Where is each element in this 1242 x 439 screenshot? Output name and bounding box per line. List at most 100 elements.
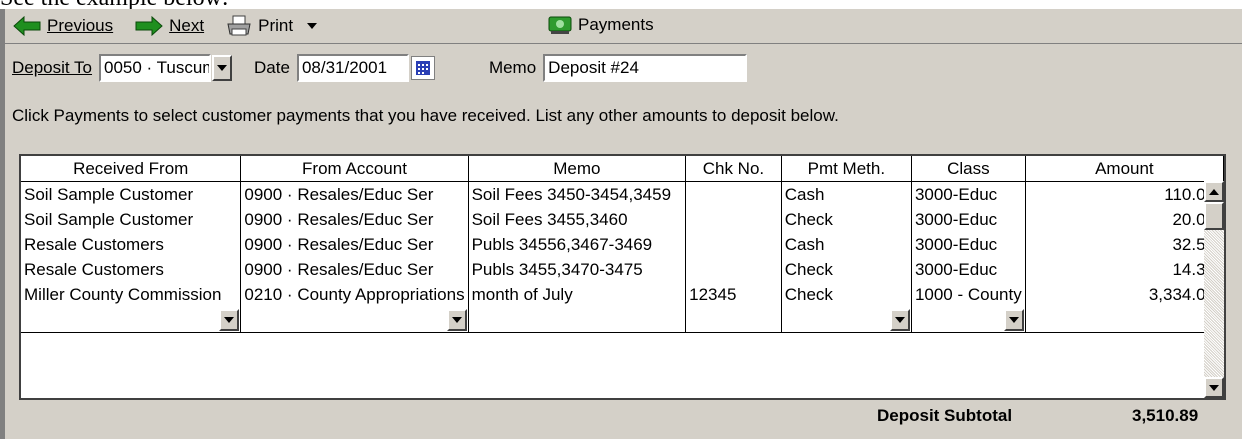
deposit-subtotal-label: Deposit Subtotal bbox=[877, 406, 1013, 425]
col-chk-no[interactable]: Chk No. bbox=[685, 156, 782, 182]
chevron-down-icon bbox=[224, 316, 235, 323]
cell-chk-no[interactable]: 12345 bbox=[685, 282, 782, 307]
table-row[interactable]: Resale Customers 0900 · Resales/Educ Ser… bbox=[21, 257, 1225, 282]
previous-button[interactable]: Previous bbox=[13, 16, 113, 36]
arrow-right-icon bbox=[135, 16, 163, 36]
print-button[interactable]: Print bbox=[226, 15, 318, 37]
cell-amount[interactable]: 14.33 bbox=[1025, 257, 1225, 282]
printer-icon bbox=[227, 15, 251, 36]
col-from-account[interactable]: From Account bbox=[240, 156, 469, 182]
deposit-to-field[interactable]: 0050 · Tuscum bbox=[99, 54, 212, 82]
scroll-thumb[interactable] bbox=[1204, 202, 1224, 230]
cell-received-from[interactable]: Soil Sample Customer bbox=[21, 181, 242, 207]
cell-memo[interactable] bbox=[468, 307, 687, 333]
payments-label: Payments bbox=[578, 15, 654, 34]
cell-amount[interactable]: 3,334.00 bbox=[1025, 282, 1225, 307]
date-value: 08/31/2001 bbox=[301, 58, 388, 77]
chevron-down-icon bbox=[217, 65, 228, 71]
chevron-down-icon bbox=[1209, 384, 1219, 391]
cell-chk-no[interactable] bbox=[685, 257, 782, 282]
cell-from-account[interactable]: 0900 · Resales/Educ Ser bbox=[240, 257, 469, 282]
cell-class[interactable]: 1000 - County bbox=[911, 282, 1026, 307]
cell-memo[interactable]: Soil Fees 3450-3454,3459 bbox=[468, 181, 687, 207]
table-row[interactable]: Resale Customers 0900 · Resales/Educ Ser… bbox=[21, 232, 1225, 257]
cell-chk-no[interactable] bbox=[685, 207, 782, 232]
cell-received-from[interactable]: Resale Customers bbox=[21, 232, 242, 257]
cell-memo[interactable]: Publs 3455,3470-3475 bbox=[468, 257, 687, 282]
cell-class[interactable]: 3000-Educ bbox=[911, 207, 1026, 232]
cell-class[interactable]: 3000-Educ bbox=[911, 232, 1026, 257]
cell-memo[interactable]: Soil Fees 3455,3460 bbox=[468, 207, 687, 232]
print-label: Print bbox=[258, 16, 294, 35]
memo-label: Memo bbox=[488, 58, 537, 77]
class-dropdown-button[interactable] bbox=[1003, 308, 1024, 331]
table-row[interactable]: Soil Sample Customer 0900 · Resales/Educ… bbox=[21, 207, 1225, 232]
cell-pmt-meth[interactable]: Cash bbox=[781, 181, 912, 207]
cell-amount[interactable]: 32.56 bbox=[1025, 232, 1225, 257]
chevron-down-icon[interactable] bbox=[307, 23, 318, 29]
cell-from-account[interactable]: 0210 · County Appropriations bbox=[240, 282, 469, 307]
pmt-meth-dropdown-button[interactable] bbox=[889, 308, 910, 331]
deposit-header-row: Deposit To 0050 · Tuscum Date 08/31/2001… bbox=[5, 45, 1242, 91]
payments-button[interactable]: Payments bbox=[548, 14, 654, 36]
cell-class[interactable] bbox=[911, 307, 1026, 333]
date-label: Date bbox=[254, 58, 290, 77]
arrow-left-icon bbox=[13, 16, 41, 36]
table-row[interactable]: Soil Sample Customer 0900 · Resales/Educ… bbox=[21, 181, 1225, 207]
chevron-up-icon bbox=[1209, 188, 1219, 195]
cell-from-account[interactable]: 0900 · Resales/Educ Ser bbox=[240, 232, 469, 257]
cell-chk-no[interactable] bbox=[685, 232, 782, 257]
chevron-down-icon bbox=[451, 316, 462, 323]
instructions-text: Click Payments to select customer paymen… bbox=[12, 106, 839, 125]
scroll-up-button[interactable] bbox=[1204, 181, 1224, 202]
from-account-dropdown-button[interactable] bbox=[446, 308, 467, 331]
col-amount[interactable]: Amount bbox=[1025, 156, 1225, 182]
next-label: Next bbox=[169, 16, 205, 35]
deposit-to-dropdown-button[interactable] bbox=[212, 55, 233, 81]
memo-field[interactable]: Deposit #24 bbox=[543, 54, 748, 82]
cell-from-account[interactable]: 0900 · Resales/Educ Ser bbox=[240, 207, 469, 232]
deposit-subtotal-value: 3,510.89 bbox=[1132, 406, 1199, 425]
cell-pmt-meth[interactable]: Check bbox=[781, 282, 912, 307]
cell-chk-no[interactable] bbox=[685, 307, 782, 333]
cell-chk-no[interactable] bbox=[685, 181, 782, 207]
cell-pmt-meth[interactable]: Cash bbox=[781, 232, 912, 257]
deposit-to-label-text: Deposit To bbox=[12, 58, 93, 77]
payments-icon bbox=[548, 16, 572, 34]
cell-pmt-meth[interactable]: Check bbox=[781, 207, 912, 232]
cell-amount[interactable]: 20.00 bbox=[1025, 207, 1225, 232]
col-received-from[interactable]: Received From bbox=[21, 156, 242, 182]
cell-class[interactable]: 3000-Educ bbox=[911, 257, 1026, 282]
table-row-new[interactable] bbox=[21, 307, 1225, 333]
chevron-down-icon bbox=[1008, 316, 1019, 323]
col-class[interactable]: Class bbox=[911, 156, 1026, 182]
cell-from-account[interactable]: 0900 · Resales/Educ Ser bbox=[240, 181, 469, 207]
cell-pmt-meth[interactable]: Check bbox=[781, 257, 912, 282]
next-button[interactable]: Next bbox=[135, 16, 204, 36]
received-from-dropdown-button[interactable] bbox=[219, 308, 240, 331]
deposit-table: Received From From Account Memo Chk No. … bbox=[21, 156, 1225, 333]
cell-amount[interactable]: 110.00 bbox=[1025, 181, 1225, 207]
previous-label: Previous bbox=[47, 16, 114, 35]
cell-received-from[interactable]: Soil Sample Customer bbox=[21, 207, 242, 232]
cell-received-from[interactable] bbox=[21, 307, 242, 333]
cell-class[interactable]: 3000-Educ bbox=[911, 181, 1026, 207]
col-memo[interactable]: Memo bbox=[468, 156, 687, 182]
cell-from-account[interactable] bbox=[240, 307, 469, 333]
cell-received-from[interactable]: Resale Customers bbox=[21, 257, 242, 282]
cell-memo[interactable]: month of July bbox=[468, 282, 687, 307]
deposit-grid: Received From From Account Memo Chk No. … bbox=[19, 154, 1226, 400]
date-field[interactable]: 08/31/2001 bbox=[296, 54, 409, 82]
chevron-down-icon bbox=[894, 316, 905, 323]
table-row[interactable]: Miller County Commission 0210 · County A… bbox=[21, 282, 1225, 307]
cell-memo[interactable]: Publs 34556,3467-3469 bbox=[468, 232, 687, 257]
calendar-icon bbox=[415, 61, 430, 75]
scroll-down-button[interactable] bbox=[1204, 377, 1224, 398]
memo-value: Deposit #24 bbox=[548, 58, 639, 77]
cell-pmt-meth[interactable] bbox=[781, 307, 912, 333]
cell-received-from[interactable]: Miller County Commission bbox=[21, 282, 242, 307]
calendar-button[interactable] bbox=[410, 56, 435, 80]
vertical-scrollbar[interactable] bbox=[1204, 181, 1224, 398]
cell-amount[interactable] bbox=[1025, 307, 1225, 333]
col-pmt-meth[interactable]: Pmt Meth. bbox=[781, 156, 912, 182]
